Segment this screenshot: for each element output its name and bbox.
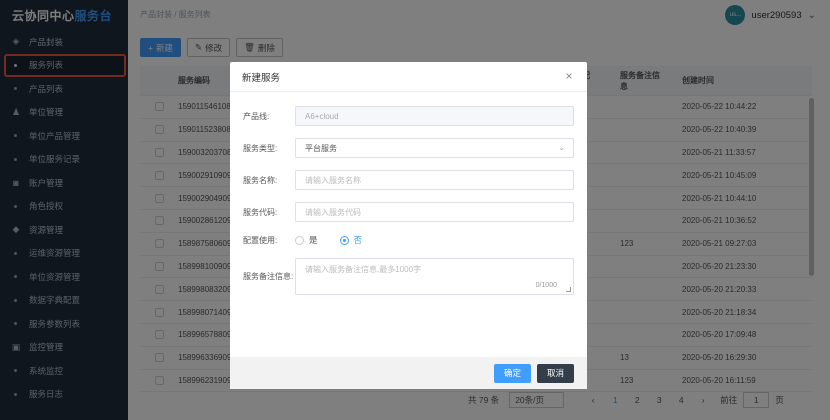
dialog-footer: 确定 取消 (230, 357, 587, 389)
config-no-radio[interactable]: 否 (339, 234, 362, 246)
cancel-button[interactable]: 取消 (536, 363, 574, 383)
dialog-header: 新建服务 (230, 62, 587, 92)
config-yes-radio[interactable]: 是 (295, 234, 318, 246)
product-line-field: A6+cloud (295, 106, 574, 126)
close-icon[interactable]: × (563, 70, 575, 82)
remark-textarea[interactable]: 请输入服务备注信息,最多1000字 0/1000 (295, 258, 574, 295)
service-name-input[interactable]: 请输入服务名称 (295, 170, 574, 190)
remark-row: 服务备注信息: 请输入服务备注信息,最多1000字 0/1000 (243, 258, 574, 295)
service-code-input[interactable]: 请输入服务代码 (295, 202, 574, 222)
product-line-row: 产品线: A6+cloud (243, 106, 574, 126)
config-row: 配置使用: 是 否 (243, 234, 363, 246)
service-name-row: 服务名称: 请输入服务名称 (243, 170, 574, 190)
new-service-dialog: 新建服务 × 产品线: A6+cloud 服务类型: 平台服务 ⌄ 服务名称: 请… (230, 62, 587, 389)
chevron-down-icon: ⌄ (558, 143, 565, 152)
resize-handle[interactable] (566, 287, 571, 292)
dialog-title: 新建服务 (242, 72, 281, 84)
service-code-row: 服务代码: 请输入服务代码 (243, 202, 574, 222)
service-type-row: 服务类型: 平台服务 ⌄ (243, 138, 574, 158)
char-count: 0/1000 (535, 282, 557, 289)
confirm-button[interactable]: 确定 (493, 363, 531, 383)
service-type-select[interactable]: 平台服务 ⌄ (295, 138, 574, 158)
